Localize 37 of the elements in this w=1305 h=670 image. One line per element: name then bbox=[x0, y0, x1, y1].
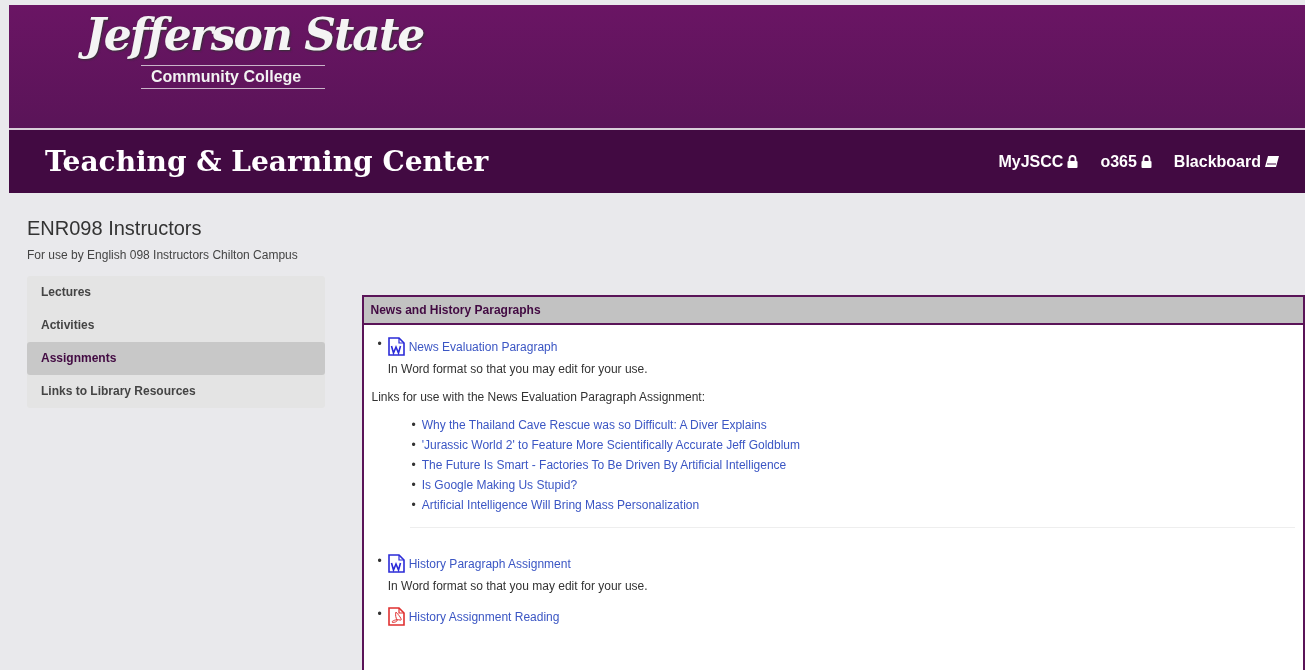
bullet: • bbox=[411, 498, 416, 512]
sidebar-item[interactable]: Links to Library Resources bbox=[27, 375, 325, 408]
logo-subtitle: Community College bbox=[141, 65, 326, 89]
article-link[interactable]: Why the Thailand Cave Rescue was so Difficult: A Diver Explains bbox=[421, 418, 767, 432]
sidebar-item[interactable]: Lectures bbox=[27, 276, 325, 309]
sidebar-item[interactable]: Activities bbox=[27, 309, 325, 342]
lock-icon bbox=[1140, 155, 1152, 168]
article-link[interactable]: 'Jurassic World 2' to Feature More Scientifically Accurate Jeff Goldblum bbox=[421, 438, 800, 452]
panel-header: News and History Paragraphs bbox=[363, 297, 1303, 325]
page-subtitle: For use by English 098 Instructors Chilton Campus bbox=[27, 248, 299, 262]
file-note: In Word format so that you may edit for your use. bbox=[387, 362, 648, 376]
nav-link[interactable]: Blackboard bbox=[1173, 152, 1279, 171]
file-link[interactable]: History Assignment Reading bbox=[408, 609, 560, 624]
article-link[interactable]: Is Google Making Us Stupid? bbox=[421, 478, 578, 492]
file-note: In Word format so that you may edit for your use. bbox=[387, 579, 648, 593]
article-link[interactable]: Artificial Intelligence Will Bring Mass Personalization bbox=[421, 498, 700, 512]
bullet: • bbox=[411, 478, 416, 492]
nav-link[interactable]: o365 bbox=[1100, 152, 1152, 171]
bullet: • bbox=[411, 438, 416, 452]
word-document-icon bbox=[387, 337, 405, 356]
site-title: Teaching & Learning Center bbox=[45, 145, 490, 178]
pdf-document-icon bbox=[387, 607, 405, 626]
word-document-icon bbox=[387, 554, 405, 573]
bullet: • bbox=[411, 458, 416, 472]
page-title: ENR098 Instructors bbox=[27, 217, 203, 240]
lock-icon bbox=[1067, 155, 1079, 168]
bullet: • bbox=[377, 554, 382, 568]
links-intro: Links for use with the News Evaluation Paragraph Assignment: bbox=[371, 390, 706, 404]
file-link[interactable]: History Paragraph Assignment bbox=[408, 556, 571, 571]
bullet: • bbox=[377, 607, 382, 621]
bullet: • bbox=[411, 418, 416, 432]
article-link[interactable]: The Future Is Smart - Factories To Be Driven By Artificial Intelligence bbox=[421, 458, 787, 472]
bullet: • bbox=[377, 337, 382, 351]
file-link[interactable]: News Evaluation Paragraph bbox=[408, 339, 558, 354]
nav-link[interactable]: MyJSCC bbox=[998, 152, 1079, 171]
book-icon bbox=[1265, 155, 1279, 168]
sidebar-item[interactable]: Assignments bbox=[27, 342, 325, 375]
